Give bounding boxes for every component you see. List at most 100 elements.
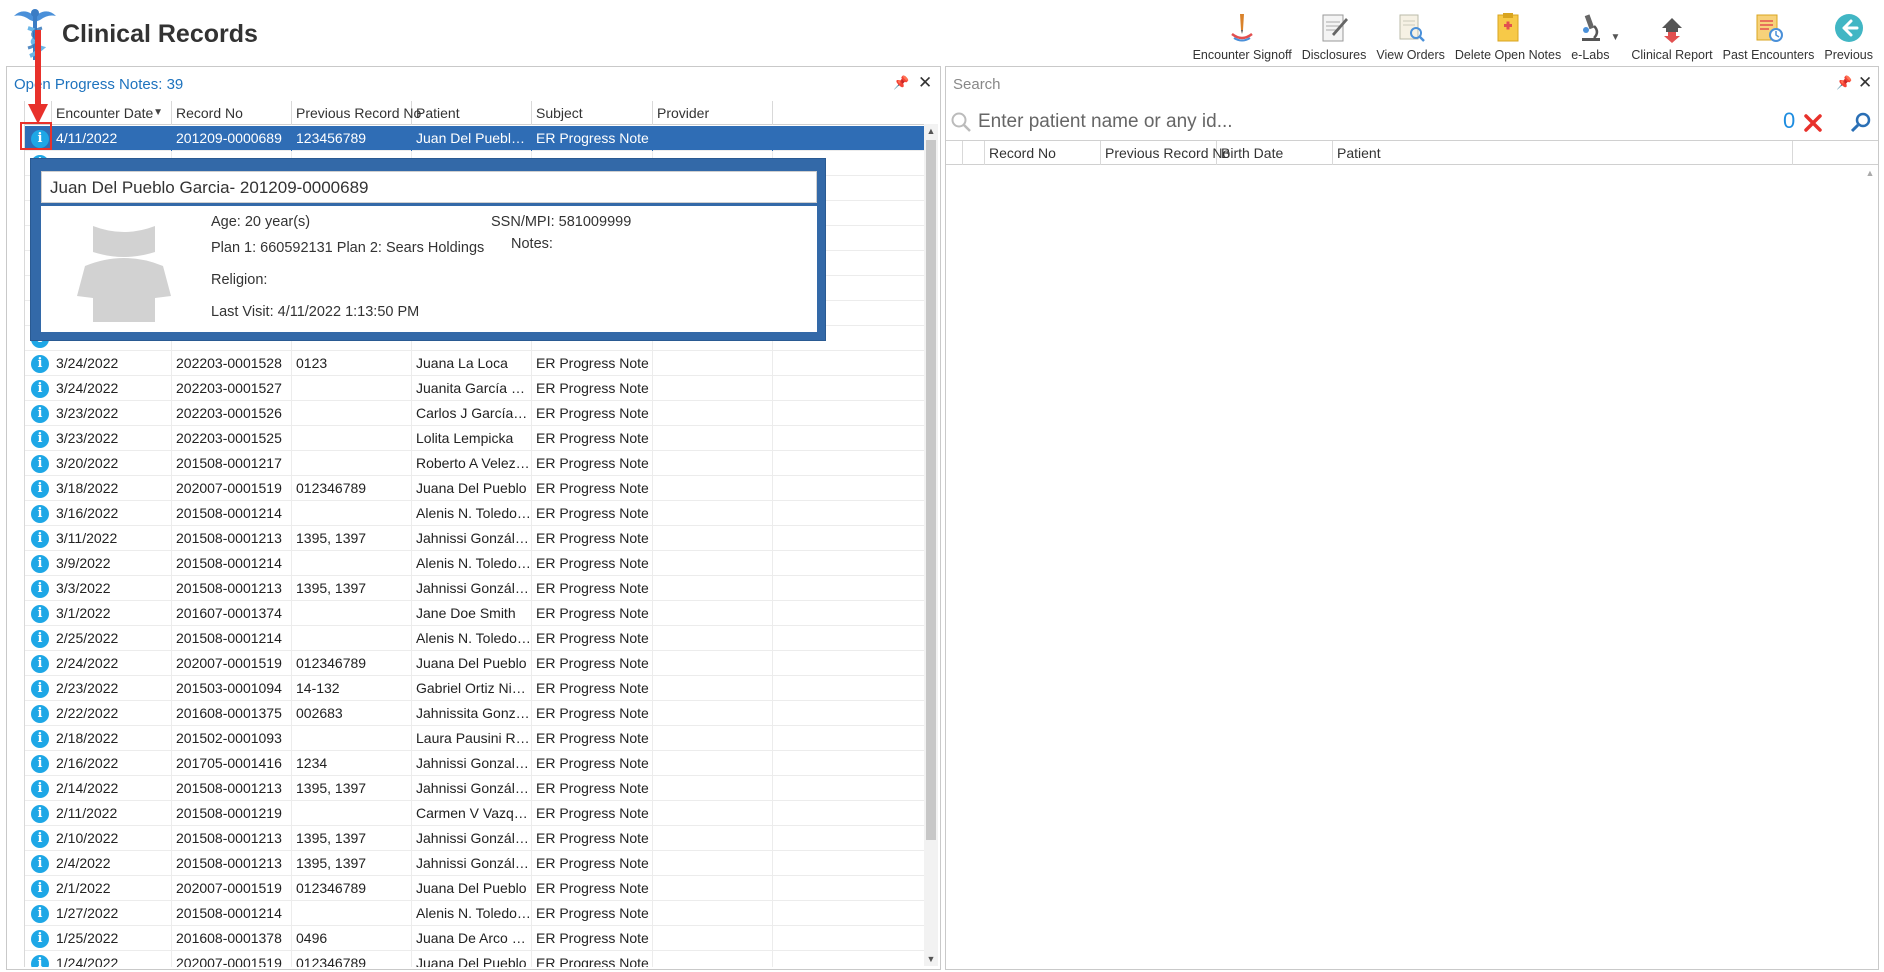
- table-row[interactable]: i 2/10/2022 201508-0001213 1395, 1397 Jahnis…: [25, 826, 928, 851]
- cell-previous-record-no: 14-132: [292, 676, 412, 701]
- table-row[interactable]: i 3/9/2022 201508-0001214 Alenis N. Toledo …: [25, 551, 928, 576]
- close-icon[interactable]: ✕: [1858, 73, 1872, 93]
- cell-previous-record-no: [292, 901, 412, 926]
- table-row[interactable]: i 2/16/2022 201705-0001416 1234 Jahnissi Gon…: [25, 751, 928, 776]
- clear-search-icon[interactable]: [1803, 113, 1823, 133]
- info-icon[interactable]: i: [31, 930, 49, 948]
- info-icon[interactable]: i: [31, 955, 49, 967]
- table-row[interactable]: i 3/3/2022 201508-0001213 1395, 1397 Jahniss…: [25, 576, 928, 601]
- info-icon[interactable]: i: [31, 880, 49, 898]
- cell-provider: [653, 801, 773, 826]
- cell-provider: [653, 776, 773, 801]
- scroll-down-icon[interactable]: ▼: [924, 952, 938, 966]
- cell-previous-record-no: [292, 626, 412, 651]
- cell-record-no: 201508-0001214: [172, 551, 292, 576]
- find-icon[interactable]: [1850, 111, 1872, 133]
- table-row[interactable]: i 2/22/2022 201608-0001375 002683 Jahnissita…: [25, 701, 928, 726]
- info-icon[interactable]: i: [31, 780, 49, 798]
- info-icon[interactable]: i: [31, 505, 49, 523]
- table-row[interactable]: i 3/24/2022 202203-0001527 Juanita García G…: [25, 376, 928, 401]
- info-icon[interactable]: i: [31, 755, 49, 773]
- info-icon[interactable]: i: [31, 580, 49, 598]
- info-icon[interactable]: i: [31, 830, 49, 848]
- table-row[interactable]: i 3/23/2022 202203-0001525 Lolita Lempicka E…: [25, 426, 928, 451]
- clinical-report-button[interactable]: Clinical Report: [1626, 4, 1717, 62]
- table-row[interactable]: i 2/14/2022 201508-0001213 1395, 1397 Jahnis…: [25, 776, 928, 801]
- column-header-previous-record-no[interactable]: Previous Record No: [292, 101, 421, 125]
- patient-last-visit: Last Visit: 4/11/2022 1:13:50 PM: [211, 304, 420, 320]
- info-icon[interactable]: i: [31, 380, 49, 398]
- table-row[interactable]: i 3/11/2022 201508-0001213 1395, 1397 Jahnis…: [25, 526, 928, 551]
- close-icon[interactable]: ✕: [918, 73, 932, 93]
- view-orders-button[interactable]: View Orders: [1371, 4, 1450, 62]
- table-row[interactable]: i 3/23/2022 202203-0001526 Carlos J García …: [25, 401, 928, 426]
- info-icon[interactable]: i: [31, 705, 49, 723]
- scrollbar-thumb[interactable]: [926, 140, 936, 840]
- table-row[interactable]: i 2/25/2022 201508-0001214 Alenis N. Toledo…: [25, 626, 928, 651]
- column-header-record-no[interactable]: Record No: [985, 141, 1101, 165]
- table-row[interactable]: i 2/18/2022 201502-0001093 Laura Pausini Ri…: [25, 726, 928, 751]
- grid-vertical-scrollbar[interactable]: ▲ ▼: [924, 124, 938, 966]
- delete-open-notes-button[interactable]: Delete Open Notes: [1450, 4, 1566, 62]
- cell-subject: ER Progress Note: [532, 726, 653, 751]
- encounter-signoff-button[interactable]: Encounter Signoff: [1188, 4, 1297, 62]
- info-icon[interactable]: i: [31, 605, 49, 623]
- column-header-record-no[interactable]: Record No: [172, 101, 292, 125]
- table-row[interactable]: i 3/18/2022 202007-0001519 012346789 Juana D…: [25, 476, 928, 501]
- column-header-provider[interactable]: Provider: [653, 101, 773, 125]
- pin-icon[interactable]: 📌: [1836, 75, 1852, 91]
- e-labs-dropdown-icon[interactable]: ▼: [1610, 32, 1620, 43]
- info-icon[interactable]: i: [31, 355, 49, 373]
- cell-patient: Laura Pausini Rivera: [412, 726, 532, 751]
- table-row[interactable]: i 2/24/2022 202007-0001519 012346789 Juana D…: [25, 651, 928, 676]
- info-icon[interactable]: i: [31, 655, 49, 673]
- search-grid-header: Record No Previous Record No Birth Date …: [946, 140, 1878, 165]
- table-row[interactable]: i 3/1/2022 201607-0001374 Jane Doe Smith ER …: [25, 601, 928, 626]
- cell-previous-record-no: [292, 451, 412, 476]
- scroll-up-icon[interactable]: ▲: [1863, 166, 1877, 180]
- info-icon[interactable]: i: [31, 480, 49, 498]
- table-row[interactable]: i 1/27/2022 201508-0001214 Alenis N. Toledo…: [25, 901, 928, 926]
- table-row[interactable]: i 2/23/2022 201503-0001094 14-132 Gabriel Or…: [25, 676, 928, 701]
- table-row[interactable]: i 3/20/2022 201508-0001217 Roberto A Velez …: [25, 451, 928, 476]
- info-icon[interactable]: i: [31, 680, 49, 698]
- info-icon[interactable]: i: [31, 905, 49, 923]
- info-icon[interactable]: i: [31, 855, 49, 873]
- info-icon[interactable]: i: [31, 555, 49, 573]
- scroll-up-icon[interactable]: ▲: [924, 124, 938, 138]
- column-header-encounter-date[interactable]: Encounter Date ▼: [52, 101, 172, 125]
- column-header-patient[interactable]: Patient: [412, 101, 532, 125]
- cell-provider: [653, 826, 773, 851]
- table-row[interactable]: i 2/1/2022 202007-0001519 012346789 Juana De…: [25, 876, 928, 901]
- cell-subject: ER Progress Note: [532, 676, 653, 701]
- info-icon[interactable]: i: [31, 430, 49, 448]
- table-row[interactable]: i 3/24/2022 202203-0001528 0123 Juana La Loc…: [25, 351, 928, 376]
- past-encounters-button[interactable]: Past Encounters: [1718, 4, 1820, 62]
- table-row[interactable]: i 1/25/2022 201608-0001378 0496 Juana De Arc…: [25, 926, 928, 951]
- toolbar-label: Clinical Report: [1631, 48, 1713, 62]
- search-grid-scrollbar[interactable]: ▲: [1863, 166, 1877, 968]
- patient-search-input[interactable]: [976, 107, 1696, 137]
- e-labs-button[interactable]: e-Labs: [1566, 4, 1614, 62]
- info-icon[interactable]: i: [31, 630, 49, 648]
- cell-record-no: 201209-0000689: [172, 126, 292, 151]
- table-row[interactable]: i 1/24/2022 202007-0001519 012346789 Juana D…: [25, 951, 928, 967]
- pin-icon[interactable]: 📌: [893, 75, 909, 91]
- column-header-birth-date[interactable]: Birth Date: [1217, 141, 1333, 165]
- disclosures-button[interactable]: Disclosures: [1297, 4, 1372, 62]
- popup-title: Juan Del Pueblo Garcia- 201209-0000689: [50, 178, 369, 197]
- table-row[interactable]: i 2/4/2022 201508-0001213 1395, 1397 Jahniss…: [25, 851, 928, 876]
- previous-button[interactable]: Previous: [1819, 4, 1878, 62]
- table-row[interactable]: i 3/16/2022 201508-0001214 Alenis N. Toledo…: [25, 501, 928, 526]
- info-icon[interactable]: i: [31, 805, 49, 823]
- cell-previous-record-no: [292, 426, 412, 451]
- table-row[interactable]: i2/11/2022201508-0001219 Carmen V Vazquez…: [25, 801, 928, 826]
- column-header-subject[interactable]: Subject: [532, 101, 653, 125]
- info-icon[interactable]: i: [31, 730, 49, 748]
- table-row[interactable]: ▶i4/11/2022201209-0000689123456789Juan D…: [25, 126, 928, 151]
- column-header-patient[interactable]: Patient: [1333, 141, 1793, 165]
- info-icon[interactable]: i: [31, 405, 49, 423]
- column-header-previous-record-no[interactable]: Previous Record No: [1101, 141, 1230, 165]
- info-icon[interactable]: i: [31, 530, 49, 548]
- info-icon[interactable]: i: [31, 455, 49, 473]
